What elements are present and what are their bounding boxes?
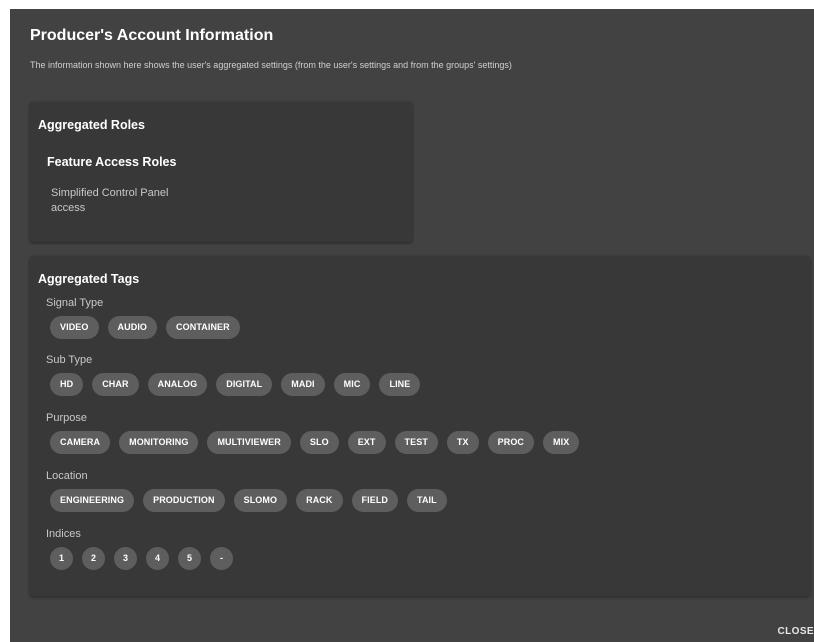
tag-chip[interactable]: MONITORING bbox=[119, 431, 199, 454]
tag-group-label: Purpose bbox=[46, 412, 87, 424]
tag-chip[interactable]: 3 bbox=[114, 547, 137, 570]
tag-chip[interactable]: TEST bbox=[394, 431, 438, 454]
tag-chip[interactable]: 4 bbox=[146, 547, 169, 570]
tag-chip[interactable]: PROC bbox=[487, 431, 535, 454]
tag-chip[interactable]: FIELD bbox=[351, 489, 399, 512]
dialog-subtitle: The information shown here shows the use… bbox=[30, 60, 512, 70]
tag-chip[interactable]: LINE bbox=[379, 373, 421, 396]
close-button[interactable]: CLOSE bbox=[778, 626, 814, 637]
tag-chip[interactable]: DIGITAL bbox=[216, 373, 273, 396]
tag-chip[interactable]: PRODUCTION bbox=[143, 489, 225, 512]
tag-chip[interactable]: AUDIO bbox=[107, 316, 158, 339]
tag-group-label: Location bbox=[46, 470, 88, 482]
tag-group-sub-type: Sub Type HD CHAR ANALOG DIGITAL MADI MIC… bbox=[46, 354, 421, 396]
tag-chip[interactable]: TX bbox=[446, 431, 479, 454]
tag-chip[interactable]: VIDEO bbox=[50, 316, 99, 339]
tag-chip[interactable]: RACK bbox=[296, 489, 343, 512]
aggregated-tags-card: Aggregated Tags Signal Type VIDEO AUDIO … bbox=[30, 256, 810, 596]
tag-group-label: Signal Type bbox=[46, 297, 104, 309]
tag-chip[interactable]: CHAR bbox=[92, 373, 139, 396]
tag-chip[interactable]: MADI bbox=[281, 373, 325, 396]
tag-chip[interactable]: CAMERA bbox=[50, 431, 111, 454]
role-item: Simplified Control Panel access bbox=[51, 187, 169, 214]
tag-chip[interactable]: 2 bbox=[82, 547, 105, 570]
tag-chip[interactable]: 5 bbox=[178, 547, 201, 570]
tag-chip[interactable]: SLOMO bbox=[233, 489, 288, 512]
account-info-dialog: Producer's Account Information The infor… bbox=[10, 9, 814, 642]
dialog-title: Producer's Account Information bbox=[30, 27, 274, 44]
tag-chip[interactable]: MULTIVIEWER bbox=[207, 431, 291, 454]
tag-group-label: Sub Type bbox=[46, 354, 93, 366]
tag-chip[interactable]: TAIL bbox=[407, 489, 447, 512]
tag-group-purpose: Purpose CAMERA MONITORING MULTIVIEWER SL… bbox=[46, 412, 580, 454]
tag-chip-list: CAMERA MONITORING MULTIVIEWER SLO EXT TE… bbox=[50, 431, 580, 454]
aggregated-roles-title: Aggregated Roles bbox=[38, 118, 145, 132]
tag-chip-list: VIDEO AUDIO CONTAINER bbox=[50, 316, 240, 339]
feature-access-roles-title: Feature Access Roles bbox=[47, 155, 177, 169]
tag-chip[interactable]: - bbox=[210, 547, 233, 570]
tag-chip-list: 1 2 3 4 5 - bbox=[50, 547, 233, 570]
tag-group-indices: Indices 1 2 3 4 5 - bbox=[46, 528, 233, 570]
tag-chip[interactable]: HD bbox=[50, 373, 84, 396]
aggregated-tags-title: Aggregated Tags bbox=[38, 272, 140, 286]
tag-chip[interactable]: ENGINEERING bbox=[50, 489, 135, 512]
tag-chip[interactable]: SLO bbox=[299, 431, 339, 454]
tag-group-signal-type: Signal Type VIDEO AUDIO CONTAINER bbox=[46, 297, 240, 339]
tag-chip[interactable]: 1 bbox=[50, 547, 73, 570]
tag-chip[interactable]: ANALOG bbox=[147, 373, 208, 396]
page-left-margin bbox=[0, 0, 10, 642]
tag-chip-list: HD CHAR ANALOG DIGITAL MADI MIC LINE bbox=[50, 373, 421, 396]
tag-group-location: Location ENGINEERING PRODUCTION SLOMO RA… bbox=[46, 470, 447, 512]
tag-chip[interactable]: EXT bbox=[347, 431, 386, 454]
tag-chip[interactable]: CONTAINER bbox=[166, 316, 240, 339]
tag-chip[interactable]: MIX bbox=[543, 431, 580, 454]
aggregated-roles-card: Aggregated Roles Feature Access Roles Si… bbox=[30, 102, 412, 242]
tag-group-label: Indices bbox=[46, 528, 81, 540]
tag-chip-list: ENGINEERING PRODUCTION SLOMO RACK FIELD … bbox=[50, 489, 447, 512]
tag-chip[interactable]: MIC bbox=[333, 373, 371, 396]
